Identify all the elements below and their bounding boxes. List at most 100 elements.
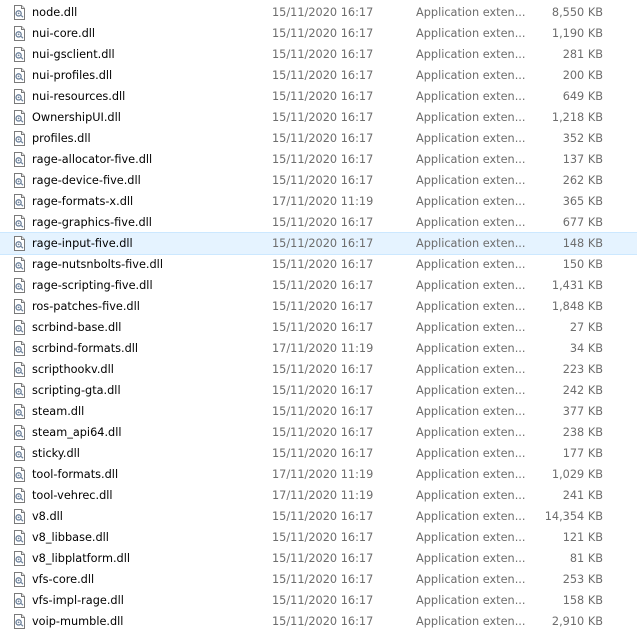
file-name: node.dll [32,6,78,19]
file-date-modified: 15/11/2020 16:17 [272,552,374,565]
dll-file-icon [12,593,27,608]
file-date-modified: 15/11/2020 16:17 [272,48,374,61]
dll-file-icon [12,446,27,461]
file-type: Application exten... [416,510,526,523]
file-date-modified: 15/11/2020 16:17 [272,6,374,19]
file-date-modified: 15/11/2020 16:17 [272,594,374,607]
file-type: Application exten... [416,405,526,418]
dll-file-icon [12,425,27,440]
file-type: Application exten... [416,153,526,166]
dll-file-icon [12,299,27,314]
file-size: 1,190 KB [551,27,603,40]
file-name: rage-nutsnbolts-five.dll [32,258,163,271]
file-row[interactable]: steam.dll 15/11/2020 16:17 Application ext… [0,401,637,422]
file-date-modified: 15/11/2020 16:17 [272,279,374,292]
file-row[interactable]: v8_libbase.dll 15/11/2020 16:17 Applicatio… [0,527,637,548]
file-name: rage-graphics-five.dll [32,216,152,229]
file-type: Application exten... [416,216,526,229]
file-row[interactable]: tool-formats.dll 17/11/2020 11:19 Applicat… [0,464,637,485]
file-date-modified: 15/11/2020 16:17 [272,615,374,628]
file-row[interactable]: tool-vehrec.dll 17/11/2020 11:19 Applicati… [0,485,637,506]
file-size: 242 KB [562,384,603,397]
dll-file-icon [12,68,27,83]
dll-file-icon [12,89,27,104]
dll-file-icon [12,152,27,167]
file-row[interactable]: rage-allocator-five.dll 15/11/2020 16:17 A… [0,149,637,170]
file-date-modified: 15/11/2020 16:17 [272,69,374,82]
file-name: scripthookv.dll [32,363,114,376]
file-name: nui-gsclient.dll [32,48,115,61]
file-row[interactable]: scripting-gta.dll 15/11/2020 16:17 Applica… [0,380,637,401]
file-name: v8.dll [32,510,63,523]
file-type: Application exten... [416,90,526,103]
file-name: sticky.dll [32,447,80,460]
file-size: 677 KB [562,216,603,229]
file-size: 158 KB [562,594,603,607]
file-type: Application exten... [416,69,526,82]
file-name: steam_api64.dll [32,426,122,439]
file-size: 148 KB [562,237,603,250]
file-row[interactable]: sticky.dll 15/11/2020 16:17 Application ex… [0,443,637,464]
file-name: OwnershipUI.dll [32,111,121,124]
file-size: 262 KB [562,174,603,187]
file-date-modified: 15/11/2020 16:17 [272,531,374,544]
file-size: 1,431 KB [551,279,603,292]
file-size: 281 KB [562,48,603,61]
file-row[interactable]: rage-graphics-five.dll 15/11/2020 16:17 Ap… [0,212,637,233]
file-date-modified: 15/11/2020 16:17 [272,384,374,397]
file-name: tool-vehrec.dll [32,489,113,502]
file-name: profiles.dll [32,132,91,145]
file-row[interactable]: ros-patches-five.dll 15/11/2020 16:17 Appl… [0,296,637,317]
dll-file-icon [12,551,27,566]
file-name: nui-profiles.dll [32,69,113,82]
file-row[interactable]: node.dll 15/11/2020 16:17 Application exte… [0,2,637,23]
file-row[interactable]: rage-device-five.dll 15/11/2020 16:17 Appl… [0,170,637,191]
file-type: Application exten... [416,174,526,187]
file-row[interactable]: voip-mumble.dll 15/11/2020 16:17 Applicati… [0,611,637,632]
file-name: rage-input-five.dll [32,237,133,250]
file-size: 34 KB [569,342,603,355]
file-row[interactable]: steam_api64.dll 15/11/2020 16:17 Applicati… [0,422,637,443]
dll-file-icon [12,131,27,146]
file-row[interactable]: OwnershipUI.dll 15/11/2020 16:17 Applicati… [0,107,637,128]
file-type: Application exten... [416,573,526,586]
file-row[interactable]: rage-scripting-five.dll 15/11/2020 16:17 A… [0,275,637,296]
dll-file-icon [12,341,27,356]
file-row[interactable]: scrbind-formats.dll 17/11/2020 11:19 Appli… [0,338,637,359]
dll-file-icon [12,173,27,188]
file-type: Application exten... [416,468,526,481]
dll-file-icon [12,194,27,209]
file-date-modified: 15/11/2020 16:17 [272,510,374,523]
file-row[interactable]: vfs-impl-rage.dll 15/11/2020 16:17 Applica… [0,590,637,611]
file-row[interactable]: rage-formats-x.dll 17/11/2020 11:19 Applic… [0,191,637,212]
file-row[interactable]: vfs-core.dll 15/11/2020 16:17 Application … [0,569,637,590]
dll-file-icon [12,383,27,398]
file-type: Application exten... [416,300,526,313]
file-row[interactable]: rage-nutsnbolts-five.dll 15/11/2020 16:17… [0,254,637,275]
file-type: Application exten... [416,552,526,565]
file-type: Application exten... [416,489,526,502]
file-date-modified: 17/11/2020 11:19 [272,468,374,481]
file-row[interactable]: rage-input-five.dll 15/11/2020 16:17 Appli… [0,232,637,255]
file-size: 1,029 KB [551,468,603,481]
file-size: 2,910 KB [551,615,603,628]
file-size: 241 KB [562,489,603,502]
file-row[interactable]: profiles.dll 15/11/2020 16:17 Application … [0,128,637,149]
file-row[interactable]: nui-gsclient.dll 15/11/2020 16:17 Applicat… [0,44,637,65]
file-name: nui-core.dll [32,27,96,40]
file-size: 253 KB [562,573,603,586]
file-row[interactable]: nui-profiles.dll 15/11/2020 16:17 Applicat… [0,65,637,86]
file-row[interactable]: v8.dll 15/11/2020 16:17 Application exten.… [0,506,637,527]
file-date-modified: 17/11/2020 11:19 [272,489,374,502]
file-size: 8,550 KB [551,6,603,19]
dll-file-icon [12,362,27,377]
file-name: vfs-core.dll [32,573,95,586]
file-size: 352 KB [562,132,603,145]
file-row[interactable]: v8_libplatform.dll 15/11/2020 16:17 Applic… [0,548,637,569]
file-row[interactable]: scripthookv.dll 15/11/2020 16:17 Applicati… [0,359,637,380]
file-row[interactable]: nui-core.dll 15/11/2020 16:17 Application … [0,23,637,44]
file-date-modified: 15/11/2020 16:17 [272,174,374,187]
file-size: 150 KB [562,258,603,271]
file-row[interactable]: nui-resources.dll 15/11/2020 16:17 Applica… [0,86,637,107]
file-row[interactable]: scrbind-base.dll 15/11/2020 16:17 Applicat… [0,317,637,338]
